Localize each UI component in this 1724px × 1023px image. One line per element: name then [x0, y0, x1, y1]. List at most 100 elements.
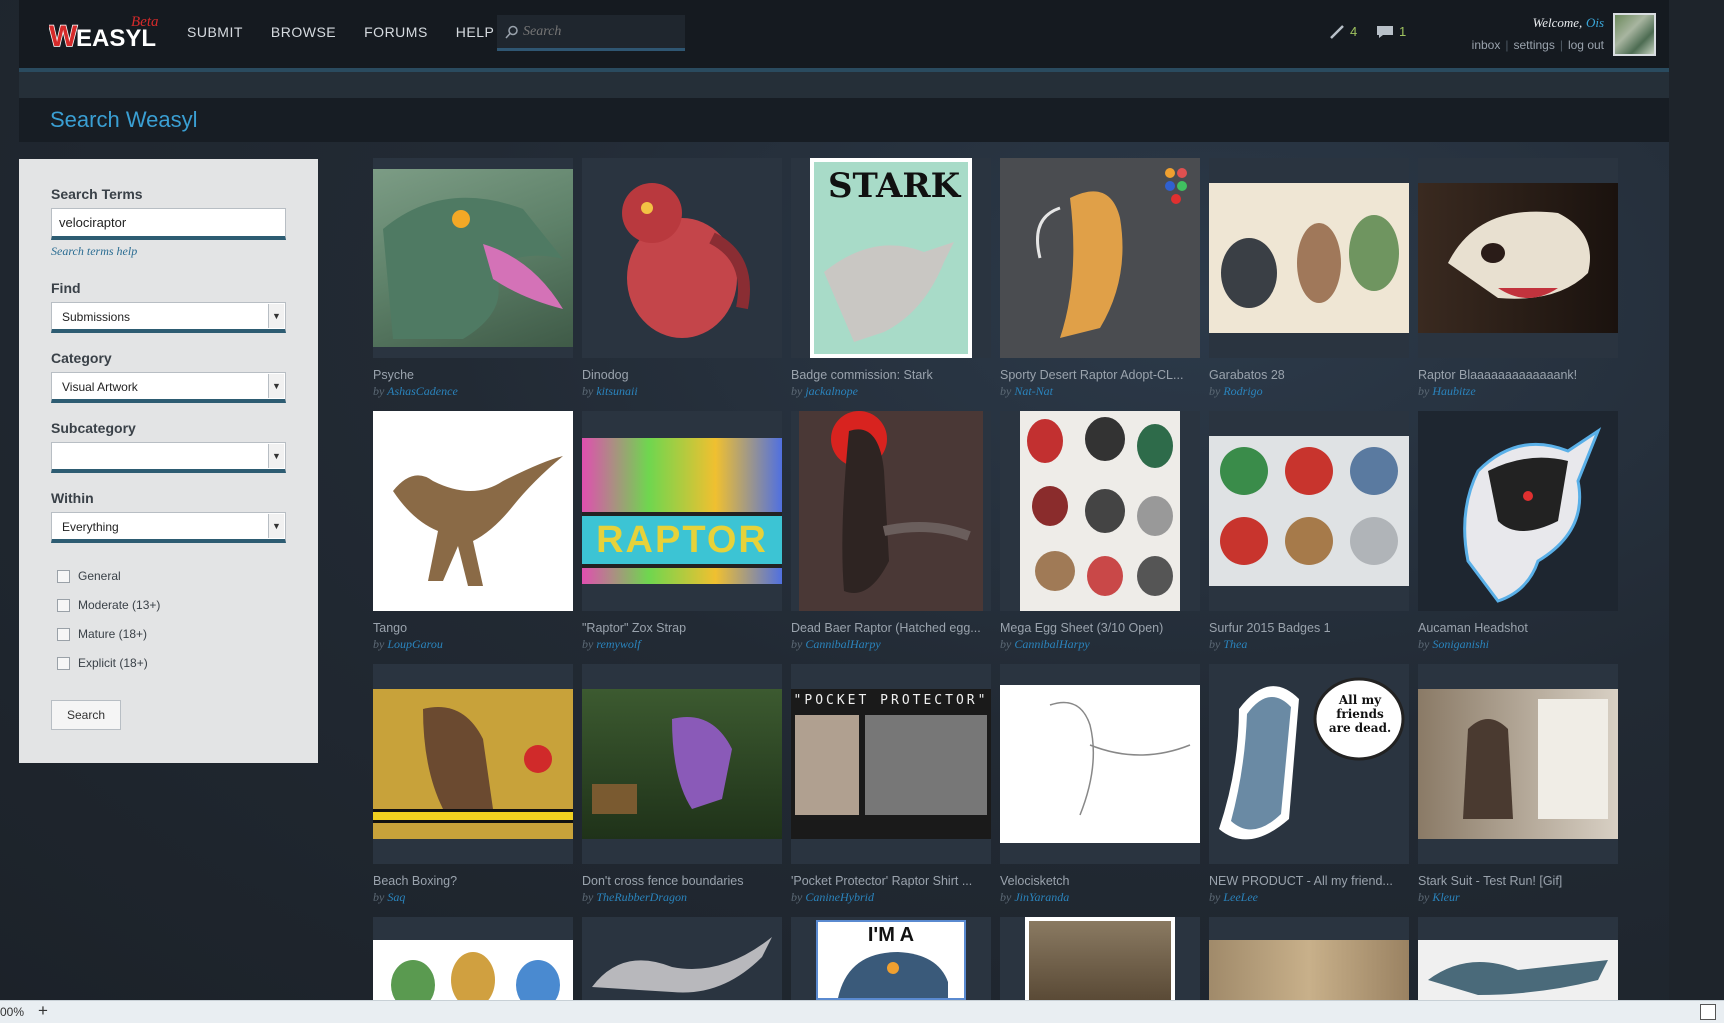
nav-submit[interactable]: SUBMIT	[173, 24, 257, 40]
result-artist-link[interactable]: LoupGarou	[387, 637, 443, 651]
category-label: Category	[51, 350, 112, 366]
result-title[interactable]: Tango	[373, 621, 573, 635]
result-artist-link[interactable]: remywolf	[596, 637, 640, 651]
speech-bubble-text: All my friends are dead.	[1328, 693, 1392, 735]
find-label: Find	[51, 280, 81, 296]
nav-forums[interactable]: FORUMS	[350, 24, 442, 40]
rating-general-checkbox[interactable]: General	[57, 569, 121, 583]
rating-explicit-checkbox[interactable]: Explicit (18+)	[57, 656, 148, 670]
result-thumbnail[interactable]	[1000, 664, 1200, 864]
search-terms-help-link[interactable]: Search terms help	[51, 244, 137, 259]
result-artist-link[interactable]: Kleur	[1432, 890, 1459, 904]
comments-notification[interactable]: 1	[1376, 24, 1406, 39]
result-thumbnail[interactable]	[582, 664, 782, 864]
result-artist-link[interactable]: AshasCadence	[387, 384, 458, 398]
result-artist-link[interactable]: CannibalHarpy	[1014, 637, 1089, 651]
result-title[interactable]: NEW PRODUCT - All my friend...	[1209, 874, 1409, 888]
result-title[interactable]: Badge commission: Stark	[791, 368, 991, 382]
result-title[interactable]: 'Pocket Protector' Raptor Shirt ...	[791, 874, 991, 888]
raptors-illustration	[391, 952, 560, 1000]
checkbox-box[interactable]	[57, 598, 70, 612]
zoom-level[interactable]: 00%	[0, 1005, 24, 1019]
settings-link[interactable]: settings	[1513, 38, 1554, 52]
result-title[interactable]: Garabatos 28	[1209, 368, 1409, 382]
result-thumbnail[interactable]	[373, 158, 573, 358]
result-artist-link[interactable]: JinYaranda	[1014, 890, 1069, 904]
result-title[interactable]: Surfur 2015 Badges 1	[1209, 621, 1409, 635]
nav-browse[interactable]: BROWSE	[257, 24, 350, 40]
submissions-notification[interactable]: 4	[1329, 24, 1357, 39]
result-artist-link[interactable]: CannibalHarpy	[805, 637, 880, 651]
result-title[interactable]: Dead Baer Raptor (Hatched egg...	[791, 621, 991, 635]
welcome-label: Welcome,	[1532, 15, 1583, 30]
result-thumbnail[interactable]	[1418, 664, 1618, 864]
rating-moderate-checkbox[interactable]: Moderate (13+)	[57, 598, 160, 612]
result-artist-link[interactable]: LeeLee	[1223, 890, 1258, 904]
logout-link[interactable]: log out	[1568, 38, 1604, 52]
result-title[interactable]: Raptor Blaaaaaaaaaaaaank!	[1418, 368, 1618, 382]
result-thumbnail[interactable]: RAPTOR	[582, 411, 782, 611]
result-thumbnail[interactable]	[1418, 411, 1618, 611]
category-select[interactable]: Visual Artwork ▼	[51, 372, 286, 403]
result-artist-link[interactable]: TheRubberDragon	[596, 890, 687, 904]
result-title[interactable]: Dinodog	[582, 368, 782, 382]
rating-mature-checkbox[interactable]: Mature (18+)	[57, 627, 147, 641]
result-thumbnail[interactable]	[1000, 158, 1200, 358]
avatar[interactable]	[1613, 13, 1656, 56]
checkbox-box[interactable]	[57, 627, 70, 641]
result-artist-link[interactable]: kitsunaii	[596, 384, 637, 398]
result-thumbnail[interactable]	[1209, 411, 1409, 611]
result-title[interactable]: Mega Egg Sheet (3/10 Open)	[1000, 621, 1200, 635]
pencil-icon	[1330, 24, 1344, 39]
header-band	[19, 72, 1669, 98]
result-thumbnail[interactable]: "POCKET PROTECTOR"	[791, 664, 991, 864]
result-thumbnail[interactable]: All my friends are dead.	[1209, 664, 1409, 864]
result-thumbnail[interactable]	[791, 411, 991, 611]
thumb-image	[1000, 685, 1200, 843]
result-thumbnail[interactable]	[1000, 917, 1200, 1000]
find-select[interactable]: Submissions ▼	[51, 302, 286, 333]
result-title[interactable]: Don't cross fence boundaries	[582, 874, 782, 888]
inbox-link[interactable]: inbox	[1472, 38, 1501, 52]
result-title[interactable]: "Raptor" Zox Strap	[582, 621, 782, 635]
search-button[interactable]: Search	[51, 700, 121, 730]
result-title[interactable]: Stark Suit - Test Run! [Gif]	[1418, 874, 1618, 888]
result-artist-link[interactable]: CanineHybrid	[805, 890, 874, 904]
within-select[interactable]: Everything ▼	[51, 512, 286, 543]
result-thumbnail[interactable]: STARK	[791, 158, 991, 358]
result-thumbnail[interactable]	[1418, 158, 1618, 358]
header-search-input[interactable]	[523, 23, 683, 40]
checkbox-box[interactable]	[57, 656, 70, 670]
thumb-image	[582, 689, 782, 839]
result-artist-link[interactable]: Saq	[387, 890, 405, 904]
result-title[interactable]: Psyche	[373, 368, 573, 382]
result-title[interactable]: Beach Boxing?	[373, 874, 573, 888]
result-thumbnail[interactable]	[1209, 917, 1409, 1000]
result-title[interactable]: Velocisketch	[1000, 874, 1200, 888]
status-icon[interactable]	[1700, 1004, 1716, 1020]
zoom-in-icon[interactable]: +	[38, 1001, 48, 1021]
rating-label: Mature (18+)	[78, 627, 148, 641]
checkbox-box[interactable]	[57, 569, 70, 583]
result-thumbnail[interactable]	[373, 917, 573, 1000]
result-thumbnail[interactable]: I'M A	[791, 917, 991, 1000]
weasyl-logo[interactable]: W EASYL Beta	[49, 6, 174, 56]
result-artist-link[interactable]: Nat-Nat	[1014, 384, 1053, 398]
result-artist-link[interactable]: jackalnope	[805, 384, 858, 398]
result-artist-link[interactable]: Rodrigo	[1223, 384, 1262, 398]
search-terms-input[interactable]	[51, 208, 286, 240]
username-link[interactable]: Ois	[1586, 15, 1604, 30]
result-title[interactable]: Sporty Desert Raptor Adopt-CL...	[1000, 368, 1200, 382]
result-thumbnail[interactable]	[582, 917, 782, 1000]
result-artist-link[interactable]: Haubitze	[1432, 384, 1475, 398]
result-thumbnail[interactable]	[373, 411, 573, 611]
result-artist-link[interactable]: Soniganishi	[1432, 637, 1489, 651]
result-thumbnail[interactable]	[373, 664, 573, 864]
result-artist-link[interactable]: Thea	[1223, 637, 1247, 651]
subcategory-select[interactable]: ▼	[51, 442, 286, 473]
result-thumbnail[interactable]	[582, 158, 782, 358]
result-thumbnail[interactable]	[1209, 158, 1409, 358]
result-thumbnail[interactable]	[1000, 411, 1200, 611]
result-title[interactable]: Aucaman Headshot	[1418, 621, 1618, 635]
result-thumbnail[interactable]	[1418, 917, 1618, 1000]
